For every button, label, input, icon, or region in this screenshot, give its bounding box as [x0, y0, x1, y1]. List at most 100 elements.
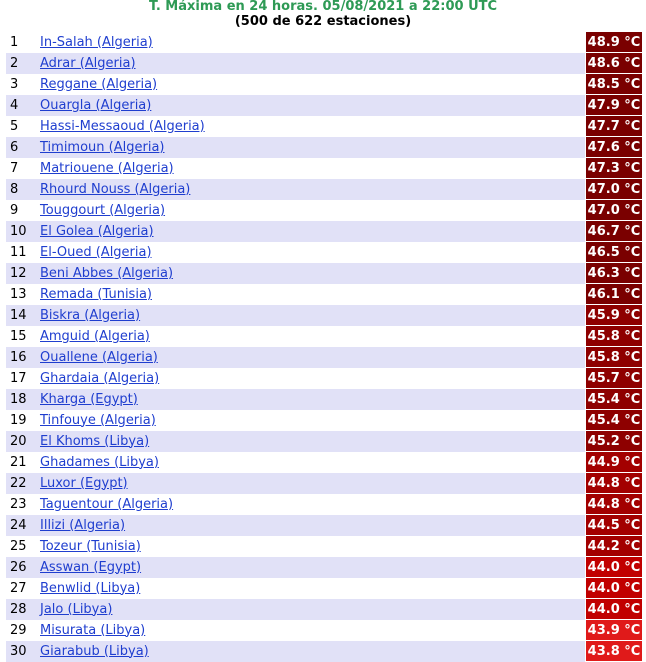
- station-link[interactable]: Adrar (Algeria): [40, 56, 136, 71]
- rank-number: 24: [6, 514, 40, 536]
- station-cell: Hassi-Messaoud (Algeria): [40, 115, 586, 137]
- station-link[interactable]: Remada (Tunisia): [40, 287, 152, 302]
- temperature-value: 44.0 °C: [585, 577, 643, 599]
- table-row: 17 Ghardaia (Algeria) 45.7 °C: [6, 367, 643, 389]
- station-link[interactable]: Ghadames (Libya): [40, 455, 159, 470]
- station-link[interactable]: El Khoms (Libya): [40, 434, 149, 449]
- station-link[interactable]: Matriouene (Algeria): [40, 161, 174, 176]
- table-row: 25 Tozeur (Tunisia) 44.2 °C: [6, 535, 643, 557]
- table-row: 26 Asswan (Egypt) 44.0 °C: [6, 556, 643, 578]
- station-link[interactable]: Benwlid (Libya): [40, 581, 140, 596]
- station-link[interactable]: Touggourt (Algeria): [40, 203, 165, 218]
- station-link[interactable]: El-Oued (Algeria): [40, 245, 152, 260]
- rank-number: 14: [6, 304, 40, 326]
- table-row: 8 Rhourd Nouss (Algeria) 47.0 °C: [6, 178, 643, 200]
- station-cell: Timimoun (Algeria): [40, 136, 586, 158]
- rank-number: 4: [6, 94, 40, 116]
- station-cell: El Golea (Algeria): [40, 220, 586, 242]
- station-cell: Luxor (Egypt): [40, 472, 586, 494]
- station-cell: Asswan (Egypt): [40, 556, 586, 578]
- temperature-value: 46.5 °C: [585, 241, 643, 263]
- rank-number: 19: [6, 409, 40, 431]
- station-link[interactable]: In-Salah (Algeria): [40, 35, 153, 50]
- temperature-value: 44.2 °C: [585, 535, 643, 557]
- temperature-value: 45.8 °C: [585, 325, 643, 347]
- station-cell: Biskra (Algeria): [40, 304, 586, 326]
- temperature-value: 45.4 °C: [585, 409, 643, 431]
- temperature-value: 46.3 °C: [585, 262, 643, 284]
- station-link[interactable]: Ouargla (Algeria): [40, 98, 151, 113]
- temperature-value: 45.9 °C: [585, 304, 643, 326]
- station-cell: El Khoms (Libya): [40, 430, 586, 452]
- station-cell: Ouargla (Algeria): [40, 94, 586, 116]
- rank-number: 8: [6, 178, 40, 200]
- station-cell: Reggane (Algeria): [40, 73, 586, 95]
- rank-number: 11: [6, 241, 40, 263]
- station-link[interactable]: Reggane (Algeria): [40, 77, 157, 92]
- rank-number: 28: [6, 598, 40, 620]
- station-link[interactable]: Tinfouye (Algeria): [40, 413, 156, 428]
- table-row: 5 Hassi-Messaoud (Algeria) 47.7 °C: [6, 115, 643, 137]
- station-cell: Adrar (Algeria): [40, 52, 586, 74]
- station-cell: Giarabub (Libya): [40, 640, 586, 662]
- station-link[interactable]: Ghardaia (Algeria): [40, 371, 159, 386]
- station-link[interactable]: Kharga (Egypt): [40, 392, 138, 407]
- rank-number: 26: [6, 556, 40, 578]
- temperature-value: 47.9 °C: [585, 94, 643, 116]
- station-link[interactable]: Timimoun (Algeria): [40, 140, 164, 155]
- station-link[interactable]: Biskra (Algeria): [40, 308, 140, 323]
- temperature-value: 43.9 °C: [585, 619, 643, 641]
- station-link[interactable]: Luxor (Egypt): [40, 476, 128, 491]
- station-cell: Jalo (Libya): [40, 598, 586, 620]
- table-row: 3 Reggane (Algeria) 48.5 °C: [6, 73, 643, 95]
- rank-number: 2: [6, 52, 40, 74]
- temperature-value: 43.8 °C: [585, 640, 643, 662]
- station-cell: Remada (Tunisia): [40, 283, 586, 305]
- table-row: 12 Beni Abbes (Algeria) 46.3 °C: [6, 262, 643, 284]
- rank-number: 17: [6, 367, 40, 389]
- station-link[interactable]: Hassi-Messaoud (Algeria): [40, 119, 205, 134]
- station-cell: Taguentour (Algeria): [40, 493, 586, 515]
- station-link[interactable]: Misurata (Libya): [40, 623, 145, 638]
- rank-number: 10: [6, 220, 40, 242]
- table-row: 15 Amguid (Algeria) 45.8 °C: [6, 325, 643, 347]
- station-link[interactable]: Amguid (Algeria): [40, 329, 150, 344]
- table-row: 19 Tinfouye (Algeria) 45.4 °C: [6, 409, 643, 431]
- table-row: 27 Benwlid (Libya) 44.0 °C: [6, 577, 643, 599]
- table-row: 18 Kharga (Egypt) 45.4 °C: [6, 388, 643, 410]
- rank-number: 22: [6, 472, 40, 494]
- temperature-value: 44.8 °C: [585, 493, 643, 515]
- rank-number: 20: [6, 430, 40, 452]
- temperature-value: 46.7 °C: [585, 220, 643, 242]
- station-link[interactable]: Rhourd Nouss (Algeria): [40, 182, 190, 197]
- station-link[interactable]: Ouallene (Algeria): [40, 350, 158, 365]
- rank-number: 1: [6, 31, 40, 53]
- table-row: 28 Jalo (Libya) 44.0 °C: [6, 598, 643, 620]
- ranking-table-body: 1 In-Salah (Algeria) 48.9 °C 2 Adrar (Algeri…: [6, 31, 643, 662]
- temperature-value: 44.0 °C: [585, 556, 643, 578]
- station-link[interactable]: Tozeur (Tunisia): [40, 539, 141, 554]
- station-link[interactable]: Asswan (Egypt): [40, 560, 141, 575]
- temperature-value: 45.2 °C: [585, 430, 643, 452]
- temperature-value: 44.9 °C: [585, 451, 643, 473]
- table-row: 21 Ghadames (Libya) 44.9 °C: [6, 451, 643, 473]
- page-subtitle: (500 de 622 estaciones): [234, 14, 412, 29]
- station-link[interactable]: El Golea (Algeria): [40, 224, 154, 239]
- table-row: 22 Luxor (Egypt) 44.8 °C: [6, 472, 643, 494]
- temperature-value: 48.6 °C: [585, 52, 643, 74]
- table-row: 24 Illizi (Algeria) 44.5 °C: [6, 514, 643, 536]
- rank-number: 18: [6, 388, 40, 410]
- station-link[interactable]: Illizi (Algeria): [40, 518, 125, 533]
- station-link[interactable]: Beni Abbes (Algeria): [40, 266, 173, 281]
- temperature-value: 44.5 °C: [585, 514, 643, 536]
- table-row: 14 Biskra (Algeria) 45.9 °C: [6, 304, 643, 326]
- ranking-table: 1 In-Salah (Algeria) 48.9 °C 2 Adrar (Algeri…: [6, 31, 643, 662]
- station-cell: Misurata (Libya): [40, 619, 586, 641]
- station-link[interactable]: Jalo (Libya): [40, 602, 112, 617]
- table-row: 13 Remada (Tunisia) 46.1 °C: [6, 283, 643, 305]
- table-row: 4 Ouargla (Algeria) 47.9 °C: [6, 94, 643, 116]
- rank-number: 30: [6, 640, 40, 662]
- station-link[interactable]: Taguentour (Algeria): [40, 497, 173, 512]
- rank-number: 6: [6, 136, 40, 158]
- station-link[interactable]: Giarabub (Libya): [40, 644, 149, 659]
